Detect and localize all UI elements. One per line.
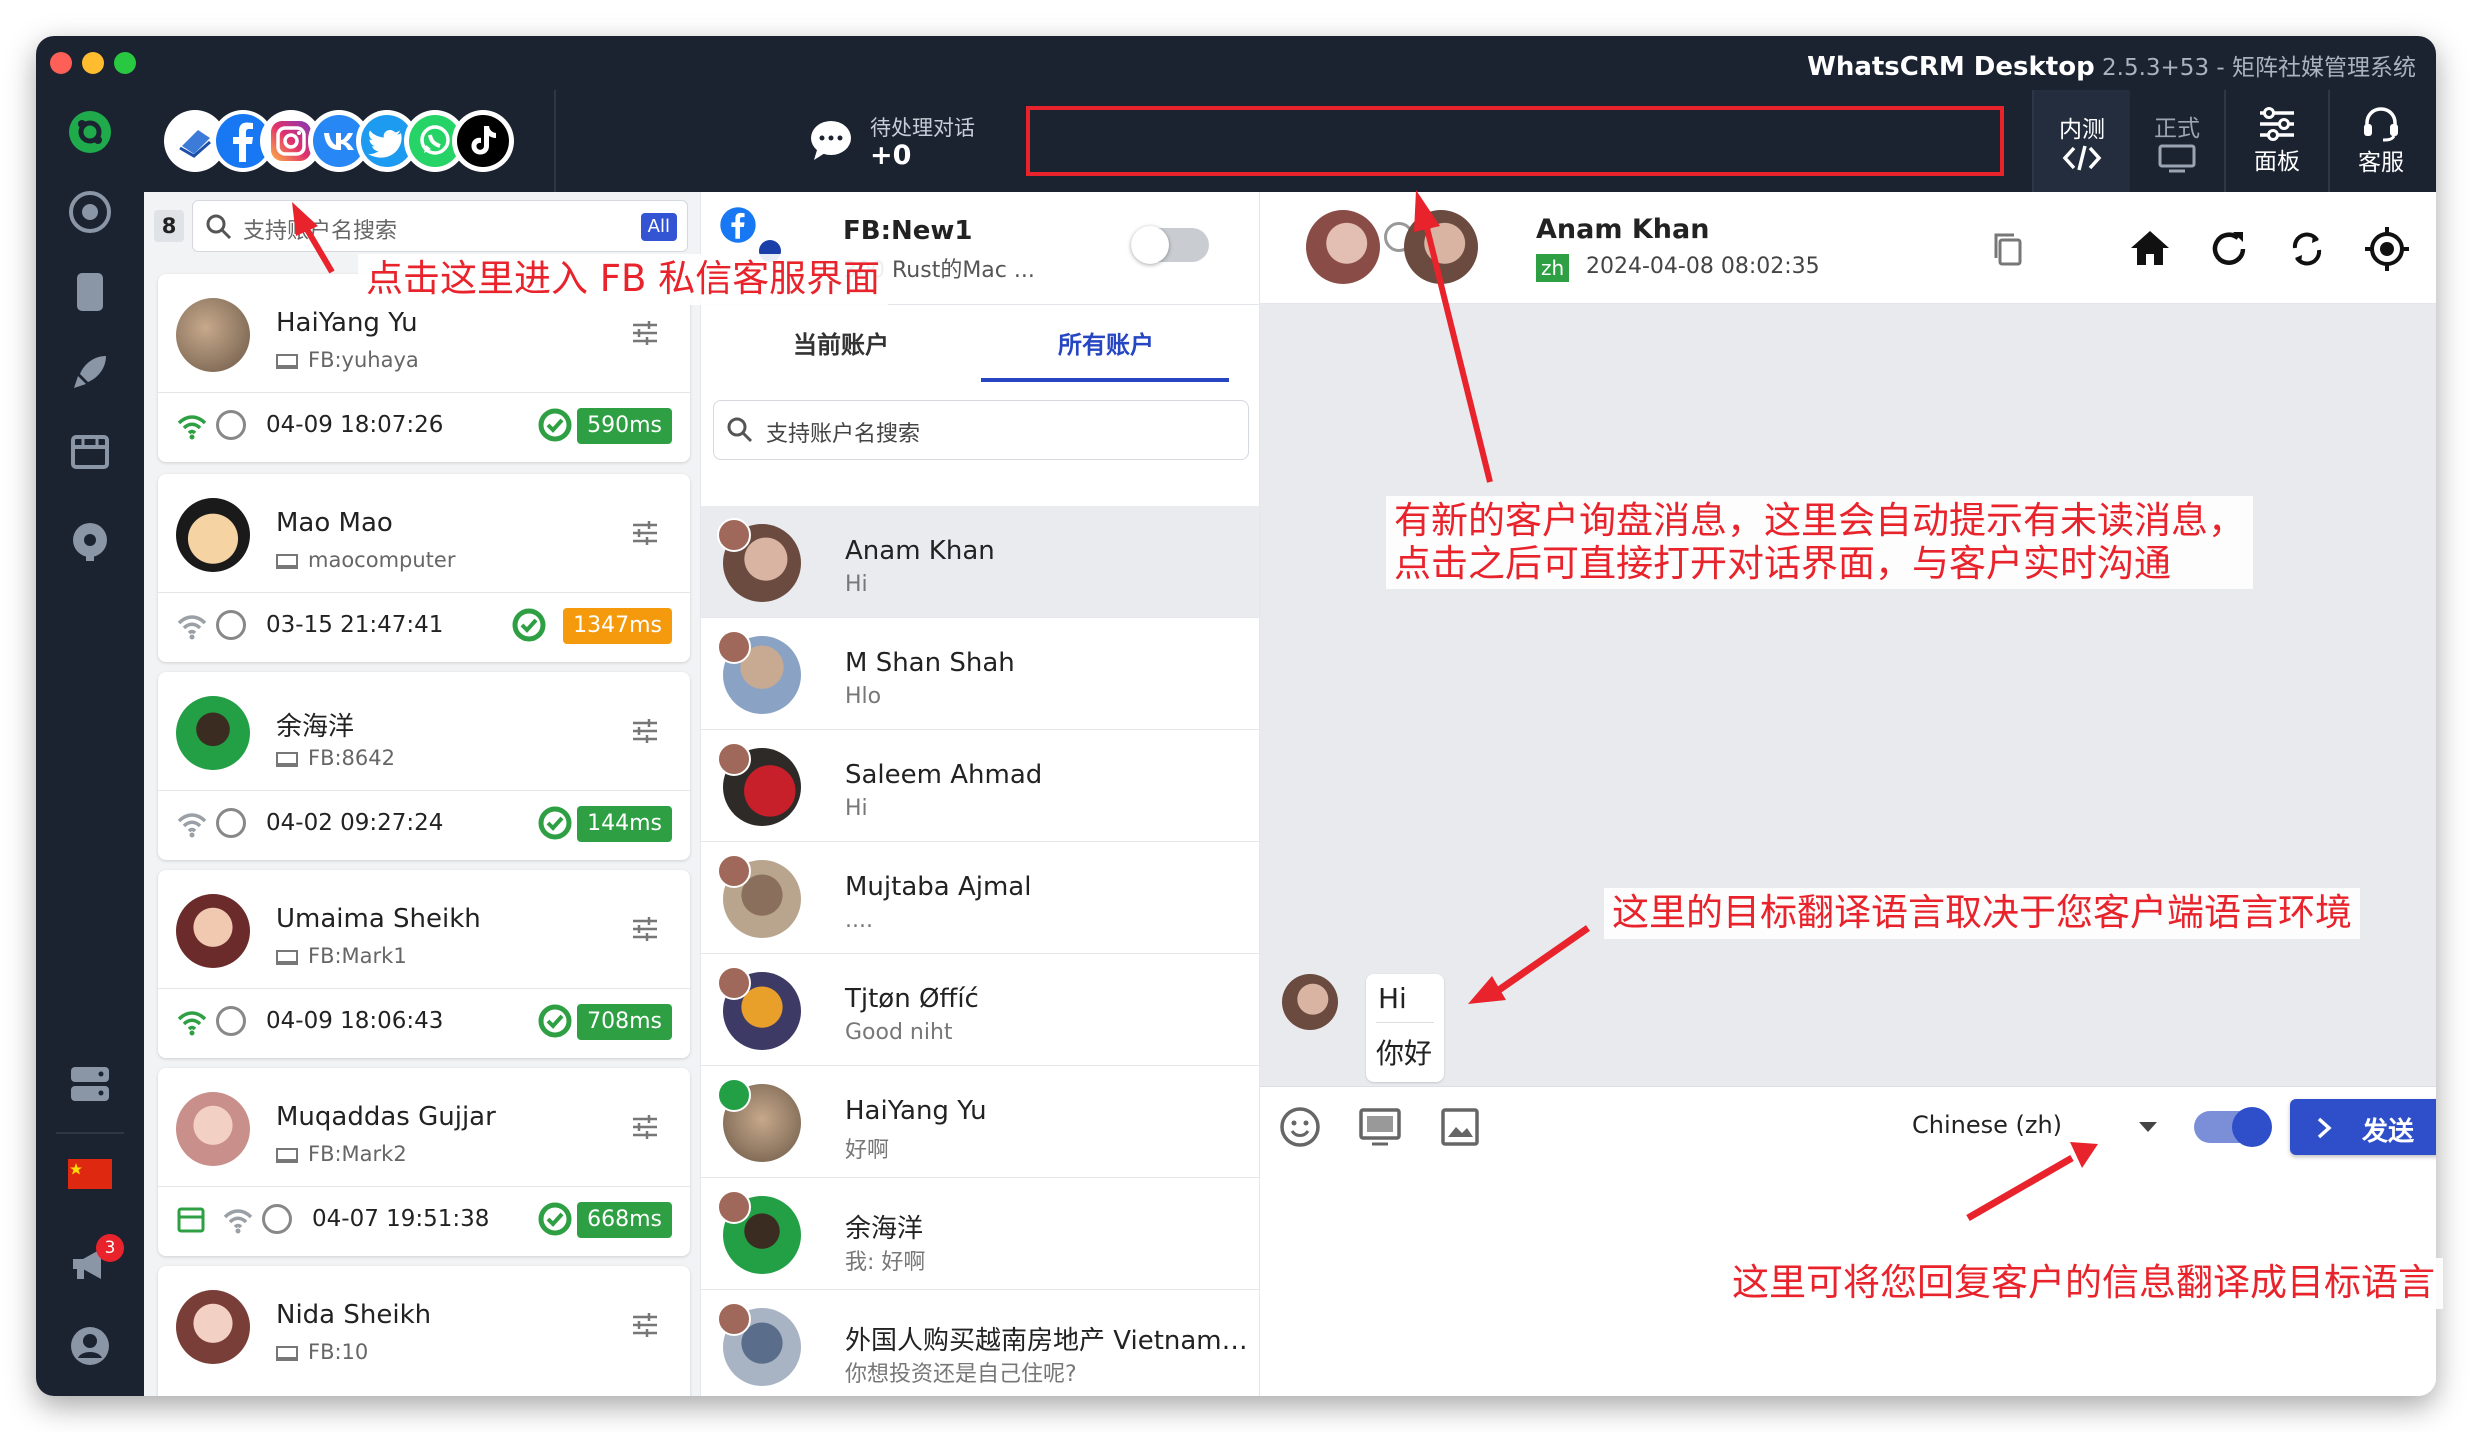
note-fb: 点击这里进入 FB 私信客服界面 [358, 254, 889, 305]
arrow-head [2070, 1142, 2098, 1168]
arrow-head [1414, 190, 1440, 232]
note-reply-translate: 这里可将您回复客户的信息翻译成目标语言 [1724, 1258, 2443, 1309]
note-unread: 有新的客户询盘消息，这里会自动提示有未读消息， 点击之后可直接打开对话界面，与客户… [1386, 496, 2253, 590]
note-unread-line1: 有新的客户询盘消息，这里会自动提示有未读消息， [1394, 499, 2245, 542]
annotation-arrows [292, 190, 2098, 1222]
note-unread-line2: 点击之后可直接打开对话界面，与客户实时沟通 [1394, 541, 2171, 585]
note-target-language: 这里的目标翻译语言取决于您客户端语言环境 [1604, 888, 2360, 939]
arrow-head [292, 202, 318, 236]
